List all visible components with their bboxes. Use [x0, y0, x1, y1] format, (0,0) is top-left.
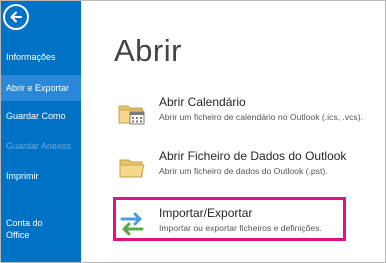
- option-description: Abrir um ficheiro de dados do Outlook (.…: [159, 166, 328, 176]
- open-outlook-data-file-option[interactable]: Abrir Ficheiro de Dados do Outlook Abrir…: [116, 147, 346, 197]
- sidebar-item-label: Conta do: [6, 218, 43, 228]
- option-title: Abrir Ficheiro de Dados do Outlook: [159, 149, 347, 163]
- option-title: Abrir Calendário: [159, 95, 246, 109]
- sidebar-item-label: Informações: [6, 52, 56, 62]
- backstage-window: Informações Abrir e Exportar Guardar Com…: [0, 0, 386, 263]
- back-button[interactable]: [3, 4, 29, 30]
- sidebar-item-imprimir[interactable]: Imprimir: [1, 170, 81, 184]
- sidebar-item-label: Guardar Anexos: [6, 141, 72, 151]
- sidebar-item-label: Abrir e Exportar: [6, 83, 70, 93]
- backstage-sidebar: Informações Abrir e Exportar Guardar Com…: [1, 1, 81, 262]
- sidebar-item-conta-office[interactable]: Conta do Office: [1, 217, 81, 243]
- option-description: Abrir um ficheiro de calendário no Outlo…: [159, 112, 363, 122]
- folder-open-icon: [116, 151, 148, 183]
- highlight-box: [113, 197, 346, 241]
- sidebar-item-abrir-exportar[interactable]: Abrir e Exportar: [1, 75, 81, 101]
- sidebar-item-label: Imprimir: [6, 171, 39, 181]
- back-arrow-icon: [10, 11, 22, 23]
- sidebar-item-informacoes[interactable]: Informações: [1, 51, 81, 65]
- sidebar-item-label-line2: Office: [6, 230, 30, 240]
- page-title: Abrir: [114, 33, 182, 68]
- folder-calendar-icon: [116, 97, 148, 129]
- sidebar-item-guardar-anexos: Guardar Anexos: [1, 140, 81, 154]
- sidebar-item-label: Guardar Como: [6, 111, 66, 121]
- open-calendar-option[interactable]: Abrir Calendário Abrir um ficheiro de ca…: [116, 93, 363, 143]
- sidebar-item-guardar-como[interactable]: Guardar Como: [1, 110, 81, 124]
